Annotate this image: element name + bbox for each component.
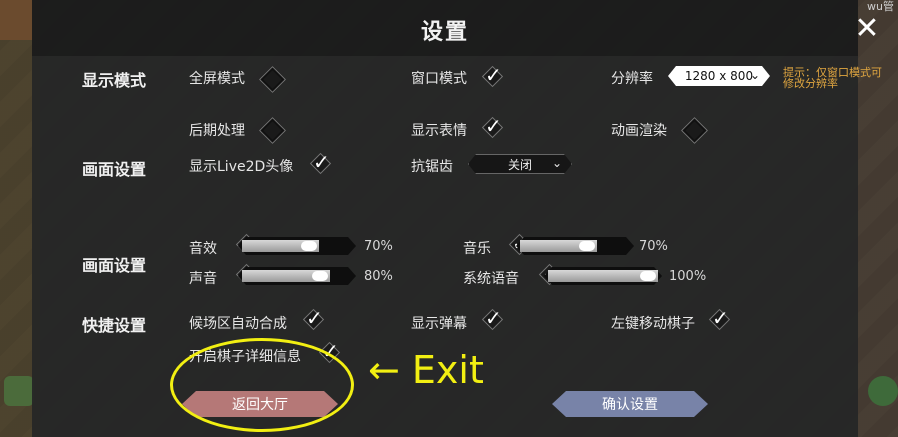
show-barrage-label: 显示弹幕: [411, 316, 467, 332]
slider-knob[interactable]: [579, 241, 595, 251]
animation-render-checkbox[interactable]: [682, 118, 707, 143]
slider-knob[interactable]: [640, 271, 656, 281]
section-display-mode: 显示模式: [82, 71, 147, 90]
auto-merge-checkbox[interactable]: ✓: [304, 306, 326, 332]
resolution-value: 1280 x 800: [684, 69, 754, 83]
post-processing-checkbox[interactable]: [260, 118, 285, 143]
fullscreen-label: 全屏模式: [189, 71, 245, 87]
system-voice-percent: 100%: [669, 269, 707, 284]
show-expression-checkbox[interactable]: ✓: [483, 114, 505, 140]
resolution-select[interactable]: 1280 x 800 ⌄: [668, 66, 770, 86]
chevron-down-icon: ⌄: [749, 68, 760, 82]
chevron-down-icon: ⌄: [551, 156, 562, 170]
sfx-slider[interactable]: [238, 237, 356, 255]
slider-knob[interactable]: [312, 271, 328, 281]
window-mode-label: 窗口模式: [411, 71, 467, 87]
confirm-settings-button[interactable]: 确认设置: [552, 391, 708, 417]
voice-percent: 80%: [364, 269, 393, 284]
left-drag-checkbox[interactable]: ✓: [710, 306, 732, 332]
resolution-label: 分辨率: [611, 71, 653, 87]
music-slider[interactable]: [516, 237, 634, 255]
system-voice-label: 系统语音: [463, 271, 519, 287]
side-user-icon: [4, 376, 34, 406]
fullscreen-checkbox[interactable]: [260, 67, 285, 92]
animation-render-label: 动画渲染: [611, 123, 667, 139]
voice-slider[interactable]: [238, 267, 356, 285]
system-voice-slider[interactable]: [544, 267, 662, 285]
annotation-circle: [170, 338, 354, 432]
music-label: 音乐: [463, 241, 491, 257]
sfx-label: 音效: [189, 241, 217, 257]
section-audio: 画面设置: [82, 256, 147, 275]
music-percent: 70%: [639, 239, 668, 254]
slider-knob[interactable]: [301, 241, 317, 251]
antialias-label: 抗锯齿: [411, 159, 453, 175]
section-shortcuts: 快捷设置: [82, 316, 147, 335]
left-drag-label: 左键移动棋子: [611, 316, 695, 332]
live2d-checkbox[interactable]: ✓: [311, 150, 333, 176]
dialog-title: 设置: [420, 20, 469, 45]
section-graphics: 画面设置: [82, 160, 147, 179]
antialias-value: 关闭: [507, 157, 532, 172]
sfx-percent: 70%: [364, 239, 393, 254]
post-processing-label: 后期处理: [189, 123, 245, 139]
close-icon[interactable]: ✕: [852, 14, 882, 44]
voice-label: 声音: [189, 271, 217, 287]
show-expression-label: 显示表情: [411, 123, 467, 139]
side-game-icon: [868, 376, 898, 406]
annotation-exit-text: ← Exit: [368, 348, 484, 392]
antialias-select[interactable]: 关闭 ⌄: [468, 154, 572, 174]
window-mode-checkbox[interactable]: ✓: [483, 63, 505, 89]
live2d-label: 显示Live2D头像: [189, 159, 294, 175]
show-barrage-checkbox[interactable]: ✓: [483, 306, 505, 332]
auto-merge-label: 候场区自动合成: [189, 316, 287, 332]
resolution-hint: 提示：仅窗口模式可修改分辨率: [783, 66, 882, 90]
